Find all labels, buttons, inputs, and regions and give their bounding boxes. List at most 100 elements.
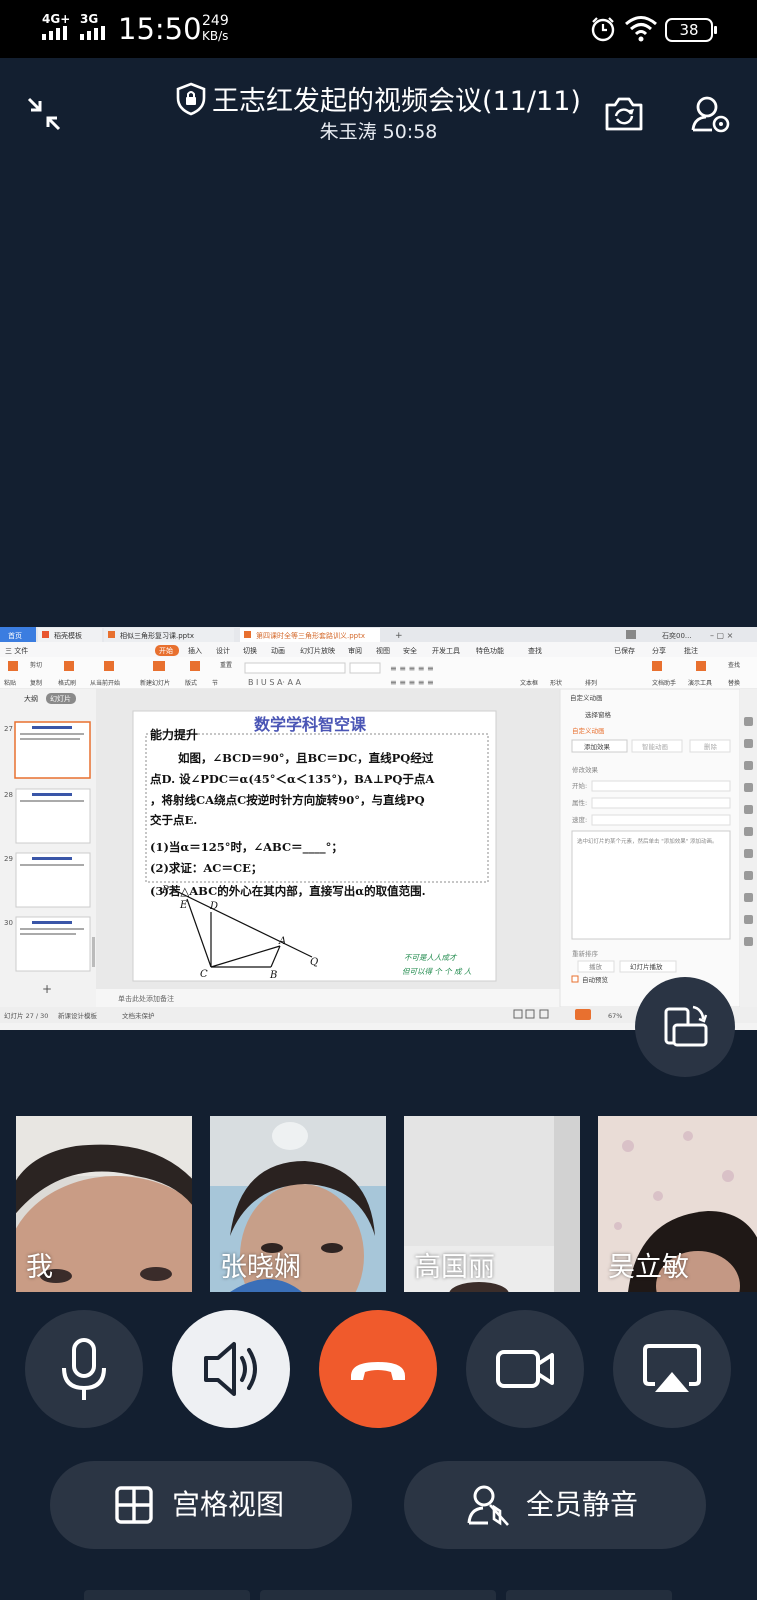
svg-text:– ▢ ×: – ▢ × <box>710 631 733 640</box>
screen-share-button[interactable] <box>613 1310 731 1428</box>
anim-reorder: 重新排序 <box>572 949 599 958</box>
tab-doc-active: 第四课时全等三角形套路训义.pptx <box>256 631 365 640</box>
participant-tile-gaoguoli[interactable]: 高国丽 <box>404 1116 580 1292</box>
tool-layout: 版式 <box>185 679 197 687</box>
participant-settings-icon[interactable] <box>690 94 732 136</box>
speed-unit: KB/s <box>202 29 229 43</box>
airplay-icon <box>643 1344 701 1392</box>
participant-name-me: 我 <box>26 1252 53 1283</box>
tool-from-current: 从当前开始 <box>90 679 120 687</box>
tool-format-painter: 格式刷 <box>58 679 76 687</box>
ppt-zoom: 67% <box>608 1012 622 1020</box>
anim-property: 属性: <box>572 798 587 807</box>
bottom-bar-segment <box>260 1590 496 1600</box>
hang-up-icon <box>351 1362 405 1380</box>
slide-line-1: 如图，∠BCD＝90°，且BC＝DC，直线PQ经过 <box>178 751 434 765</box>
microphone-button[interactable] <box>25 1310 143 1428</box>
ppt-slide-count: 幻灯片 27 / 30 <box>4 1011 48 1020</box>
tool-textbox: 文本框 <box>520 679 538 687</box>
svg-text:B I U S A· A A: B I U S A· A A <box>248 678 302 687</box>
menu-file: 三 文件 <box>5 646 28 655</box>
participant-tile-zhangxiaoxian[interactable]: 张晓娴 <box>210 1116 386 1292</box>
panel-outline: 大纲 <box>24 694 38 703</box>
slide-signature-1: 不可是人人成才 <box>404 953 458 962</box>
participant-tile-wulimin[interactable]: 吴立敏 <box>598 1116 757 1292</box>
slide-line-2: 点D. 设∠PDC＝α(45°＜α＜135°)，BA⊥PQ于点A <box>150 772 435 786</box>
menu-insert: 插入 <box>188 646 202 655</box>
anim-play: 播放 <box>589 962 603 971</box>
slide-num-29: 29 <box>4 855 13 863</box>
participant-tile-me[interactable]: 我 <box>16 1116 192 1292</box>
rotate-screen-icon <box>664 1005 708 1047</box>
mute-all-button[interactable]: 全员静音 <box>404 1461 706 1549</box>
svg-text:+: + <box>395 631 403 641</box>
ppt-theme: 新课设计模板 <box>58 1011 98 1020</box>
point-e: E <box>179 900 188 911</box>
clock: 15:50 <box>118 12 202 46</box>
bottom-bar-segment <box>84 1590 250 1600</box>
tab-doc-1: 相似三角形复习课.pptx <box>120 631 194 640</box>
meeting-title-text: 王志红发起的视频会议(11/11) <box>212 86 581 117</box>
video-camera-icon <box>496 1350 554 1388</box>
participant-name-wulimin: 吴立敏 <box>608 1252 689 1283</box>
shield-lock-icon <box>176 82 206 116</box>
tab-docer: 稻壳模板 <box>54 631 82 640</box>
mute-all-label: 全员静音 <box>526 1488 639 1521</box>
anim-delete: 删除 <box>704 742 718 751</box>
slide-question-3: (3)若△ABC的外心在其内部，直接写出α的取值范围. <box>150 884 426 898</box>
status-bar: 4G+ 3G 15:50 249 KB/s 38 <box>0 0 757 58</box>
anim-panel-title: 自定义动画 <box>570 693 603 702</box>
participant-name-zhangxiaoxian: 张晓娴 <box>220 1252 301 1283</box>
menu-home: 开始 <box>159 646 173 655</box>
slide-question-1: (1)当α＝125°时，∠ABC＝____°； <box>150 840 343 855</box>
menu-comment: 批注 <box>684 646 698 655</box>
slide-question-2: (2)求证：AC＝CE； <box>150 861 262 875</box>
shared-screen[interactable]: 首页 稻壳模板 相似三角形复习课.pptx 第四课时全等三角形套路训义.pptx… <box>0 627 757 1030</box>
menu-saved: 已保存 <box>614 646 635 655</box>
slide-section: 能力提升 <box>150 727 198 742</box>
speed-value: 249 <box>202 13 229 29</box>
grid-view-button[interactable]: 宫格视图 <box>50 1461 352 1549</box>
camera-button[interactable] <box>466 1310 584 1428</box>
slide-line-3: ，将射线CA绕点C按逆时针方向旋转90°，与直线PQ <box>150 793 425 807</box>
tool-find: 查找 <box>728 661 740 669</box>
tool-new-slide: 新建幻灯片 <box>140 679 170 687</box>
switch-camera-icon[interactable] <box>603 94 645 134</box>
menu-security: 安全 <box>403 646 417 655</box>
point-a: A <box>278 936 286 947</box>
menu-review: 审阅 <box>348 646 362 655</box>
network-primary-label: 4G+ <box>42 12 71 26</box>
tool-cut: 剪切 <box>30 661 42 669</box>
menu-design: 设计 <box>216 646 230 655</box>
anim-select-pane: 选择窗格 <box>585 710 612 719</box>
participant-name-gaoguoli: 高国丽 <box>414 1252 495 1283</box>
menu-animation: 动画 <box>271 646 285 655</box>
grid-view-label: 宫格视图 <box>172 1488 285 1521</box>
speaker-button[interactable] <box>172 1310 290 1428</box>
tool-copy: 复制 <box>30 679 42 687</box>
point-d: D <box>209 901 218 912</box>
menu-slideshow: 幻灯片放映 <box>300 646 335 655</box>
menu-special: 特色功能 <box>476 646 504 655</box>
menu-devtools: 开发工具 <box>432 646 460 655</box>
shared-ppt-window: 首页 稻壳模板 相似三角形复习课.pptx 第四课时全等三角形套路训义.pptx… <box>0 627 757 1023</box>
tool-doc-assistant: 文档助手 <box>652 679 676 687</box>
anim-start: 开始: <box>572 781 587 790</box>
menu-search: 查找 <box>528 646 542 655</box>
hang-up-button[interactable] <box>319 1310 437 1428</box>
point-c: C <box>200 969 208 980</box>
tool-section: 节 <box>212 679 218 687</box>
ppt-protect: 文档未保护 <box>122 1011 155 1020</box>
point-p: P <box>161 885 169 896</box>
anim-custom: 自定义动画 <box>572 726 605 735</box>
svg-text:+: + <box>42 982 52 996</box>
svg-text:石奕00...: 石奕00... <box>662 631 692 640</box>
anim-modify: 修改效果 <box>572 765 599 774</box>
slide-num-28: 28 <box>4 791 13 799</box>
anim-smart: 智能动画 <box>642 742 668 751</box>
rotate-screen-button[interactable] <box>635 977 735 1077</box>
svg-text:≡ ≡ ≡ ≡ ≡: ≡ ≡ ≡ ≡ ≡ <box>390 664 434 673</box>
slide-num-30: 30 <box>4 919 13 927</box>
menu-view: 视图 <box>376 646 390 655</box>
notes-placeholder: 单击此处添加备注 <box>118 994 174 1003</box>
